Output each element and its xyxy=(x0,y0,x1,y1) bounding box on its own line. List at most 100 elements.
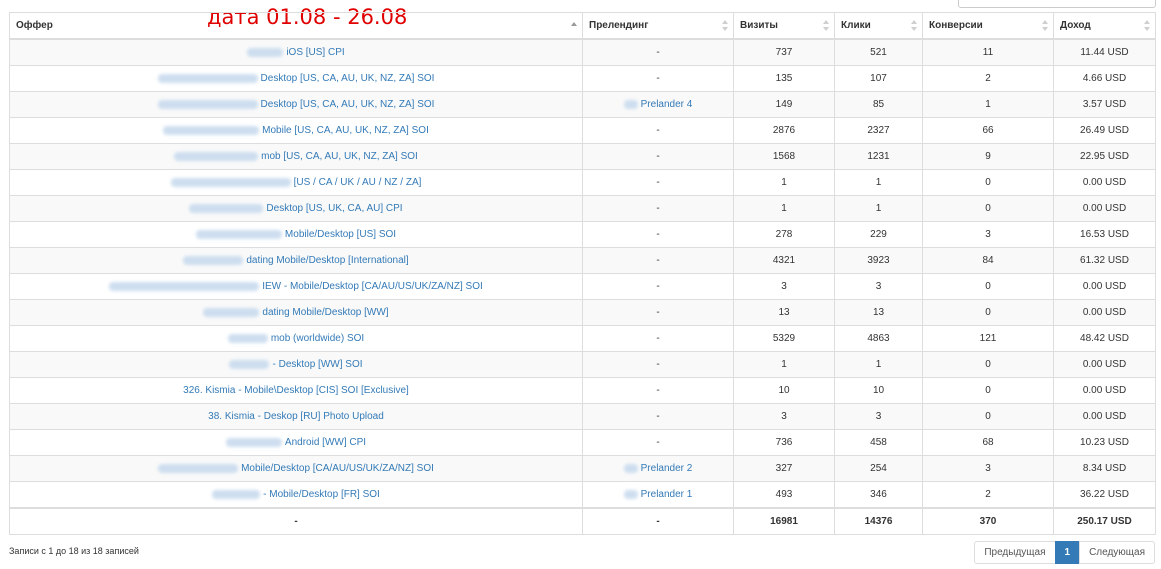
redacted-offer-name xyxy=(227,333,268,343)
column-header-conversions[interactable]: Конверсии xyxy=(922,12,1054,40)
table-row: 326. Kismia - Mobile\Desktop [CIS] SOI [… xyxy=(9,377,1156,404)
offer-link[interactable]: Android [WW] CPI xyxy=(285,437,366,448)
redacted-offer-name xyxy=(225,437,282,447)
clicks-cell: 2327 xyxy=(834,117,923,144)
offer-link[interactable]: Desktop [US, CA, AU, UK, NZ, ZA] SOI xyxy=(261,99,435,110)
prelander-cell: - xyxy=(582,195,734,222)
offer-cell: 38. Kismia - Deskop [RU] Photo Upload xyxy=(9,403,583,430)
visits-cell: 1 xyxy=(733,169,835,196)
visits-cell: 5329 xyxy=(733,325,835,352)
prelander-link[interactable]: Prelander 1 xyxy=(641,489,693,500)
redacted-offer-name xyxy=(195,229,282,239)
income-cell: 4.66 USD xyxy=(1053,65,1156,92)
prelander-cell: - xyxy=(582,117,734,144)
prelander-empty: - xyxy=(656,151,660,162)
offer-link[interactable]: Desktop [US, UK, CA, AU] CPI xyxy=(266,203,402,214)
offer-link[interactable]: - Desktop [WW] SOI xyxy=(272,359,362,370)
conversions-cell: 121 xyxy=(922,325,1054,352)
visits-cell: 736 xyxy=(733,429,835,456)
prelander-cell: - xyxy=(582,247,734,274)
offer-link[interactable]: mob (worldwide) SOI xyxy=(271,333,364,344)
prelander-cell: - xyxy=(582,325,734,352)
column-header-clicks[interactable]: Клики xyxy=(834,12,923,40)
prelander-cell: - xyxy=(582,143,734,170)
redacted-offer-name xyxy=(203,307,260,317)
offer-link[interactable]: Mobile/Desktop [US] SOI xyxy=(285,229,396,240)
visits-cell: 10 xyxy=(733,377,835,404)
offer-link[interactable]: dating Mobile/Desktop [International] xyxy=(246,255,408,266)
clicks-cell: 1 xyxy=(834,169,923,196)
visits-cell: 149 xyxy=(733,91,835,118)
totals-row: - - 16981 14376 370 250.17 USD xyxy=(9,507,1156,535)
prelander-cell: Prelander 2 xyxy=(582,455,734,482)
clicks-cell: 13 xyxy=(834,299,923,326)
offer-link[interactable]: dating Mobile/Desktop [WW] xyxy=(262,307,388,318)
clicks-cell: 458 xyxy=(834,429,923,456)
prev-page-button[interactable]: Предыдущая xyxy=(974,541,1056,564)
income-cell: 8.34 USD xyxy=(1053,455,1156,482)
offer-cell: Mobile/Desktop [CA/AU/US/UK/ZA/NZ] SOI xyxy=(9,455,583,482)
conversions-cell: 3 xyxy=(922,455,1054,482)
redacted-offer-name xyxy=(158,463,239,473)
offer-cell: Android [WW] CPI xyxy=(9,429,583,456)
income-cell: 10.23 USD xyxy=(1053,429,1156,456)
offer-link[interactable]: - Mobile/Desktop [FR] SOI xyxy=(263,489,380,500)
prelander-cell: - xyxy=(582,38,734,66)
totals-income: 250.17 USD xyxy=(1053,507,1156,535)
visits-cell: 278 xyxy=(733,221,835,248)
prelander-empty: - xyxy=(656,333,660,344)
offer-cell: dating Mobile/Desktop [WW] xyxy=(9,299,583,326)
prelander-empty: - xyxy=(656,203,660,214)
offer-link[interactable]: mob [US, CA, AU, UK, NZ, ZA] SOI xyxy=(261,151,418,162)
offer-link[interactable]: Desktop [US, CA, AU, UK, NZ, ZA] SOI xyxy=(261,73,435,84)
redacted-prelander-id xyxy=(623,99,638,109)
redacted-offer-name xyxy=(189,203,264,213)
prelander-empty: - xyxy=(656,385,660,396)
prelander-cell: - xyxy=(582,299,734,326)
table-row: 38. Kismia - Deskop [RU] Photo Upload - 3 3… xyxy=(9,403,1156,430)
next-page-button[interactable]: Следующая xyxy=(1079,541,1155,564)
visits-cell: 4321 xyxy=(733,247,835,274)
conversions-cell: 9 xyxy=(922,143,1054,170)
prelander-link[interactable]: Prelander 2 xyxy=(641,463,693,474)
column-header-offer[interactable]: Оффер xyxy=(9,12,583,40)
sort-icon xyxy=(911,20,917,31)
prelander-empty: - xyxy=(656,229,660,240)
totals-visits: 16981 xyxy=(733,507,835,535)
totals-conversions: 370 xyxy=(922,507,1054,535)
prelander-cell: - xyxy=(582,429,734,456)
prelander-empty: - xyxy=(656,177,660,188)
offer-cell: Desktop [US, UK, CA, AU] CPI xyxy=(9,195,583,222)
offer-link[interactable]: 326. Kismia - Mobile\Desktop [CIS] SOI [… xyxy=(183,385,409,396)
offer-link[interactable]: IEW - Mobile/Desktop [CA/AU/US/UK/ZA/NZ]… xyxy=(262,281,483,292)
redacted-offer-name xyxy=(212,489,261,499)
column-header-visits[interactable]: Визиты xyxy=(733,12,835,40)
offer-cell: Desktop [US, CA, AU, UK, NZ, ZA] SOI xyxy=(9,91,583,118)
search-input[interactable] xyxy=(958,0,1156,8)
table-row: Mobile [US, CA, AU, UK, NZ, ZA] SOI - 2876… xyxy=(9,117,1156,144)
redacted-offer-name xyxy=(247,47,284,57)
offer-link[interactable]: iOS [US] CPI xyxy=(286,47,344,58)
prelander-link[interactable]: Prelander 4 xyxy=(641,99,693,110)
redacted-offer-name xyxy=(109,281,260,291)
offer-link[interactable]: [US / CA / UK / AU / NZ / ZA] xyxy=(294,177,422,188)
clicks-cell: 3923 xyxy=(834,247,923,274)
offer-cell: mob [US, CA, AU, UK, NZ, ZA] SOI xyxy=(9,143,583,170)
visits-cell: 135 xyxy=(733,65,835,92)
column-header-prelander[interactable]: Прелендинг xyxy=(582,12,734,40)
offer-link[interactable]: Mobile [US, CA, AU, UK, NZ, ZA] SOI xyxy=(262,125,429,136)
column-header-income[interactable]: Доход xyxy=(1053,12,1156,40)
redacted-offer-name xyxy=(183,255,244,265)
visits-cell: 1 xyxy=(733,195,835,222)
page-1-button[interactable]: 1 xyxy=(1054,541,1081,564)
conversions-cell: 2 xyxy=(922,65,1054,92)
income-cell: 26.49 USD xyxy=(1053,117,1156,144)
offer-link[interactable]: Mobile/Desktop [CA/AU/US/UK/ZA/NZ] SOI xyxy=(241,463,434,474)
offer-link[interactable]: 38. Kismia - Deskop [RU] Photo Upload xyxy=(208,411,384,422)
visits-cell: 737 xyxy=(733,38,835,66)
sort-icon xyxy=(1042,20,1048,31)
conversions-cell: 0 xyxy=(922,195,1054,222)
visits-cell: 1568 xyxy=(733,143,835,170)
prelander-cell: Prelander 1 xyxy=(582,481,734,509)
clicks-cell: 3 xyxy=(834,273,923,300)
